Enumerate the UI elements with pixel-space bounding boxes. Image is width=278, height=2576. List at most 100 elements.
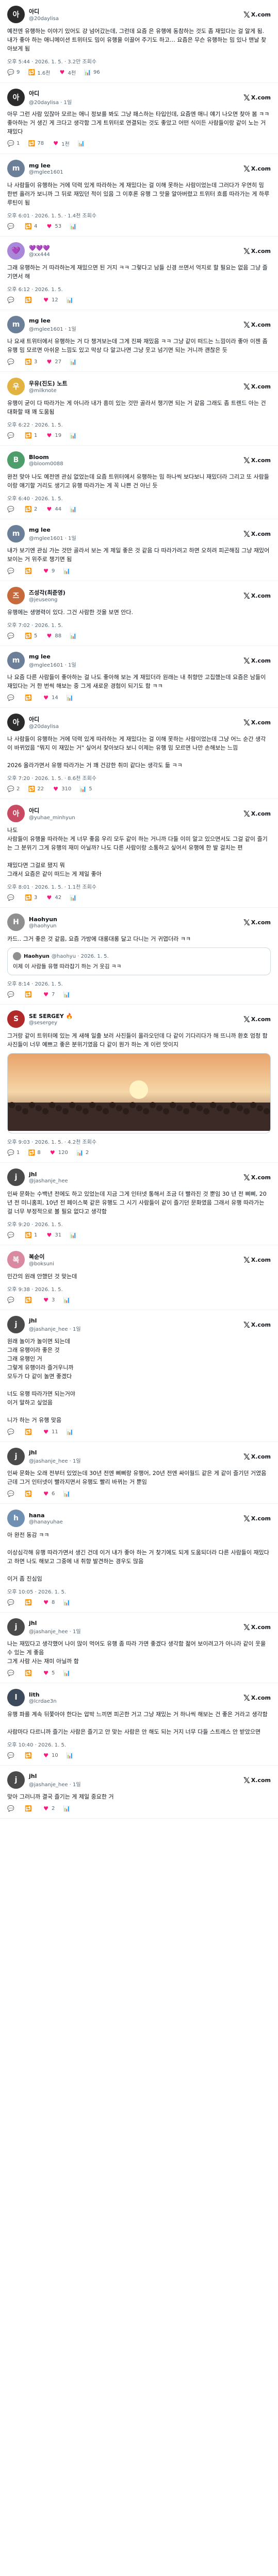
reply-button[interactable]: 💬 — [7, 1669, 17, 1676]
tweet-card[interactable]: m mg lee @mglee1601 · 1일 𝕏 X.com 나 요새 트위터에서 유… — [0, 310, 278, 372]
author-name[interactable]: Haohyun — [29, 916, 57, 923]
author-name[interactable]: mg lee — [29, 162, 51, 169]
x-logo[interactable]: 𝕏 X.com — [243, 809, 271, 819]
reply-button[interactable]: 💬 — [7, 1490, 17, 1497]
retweet-button[interactable]: 🔁 — [25, 1669, 34, 1676]
author-name[interactable]: SE SERGEY 🔥 — [29, 1013, 73, 1020]
like-button[interactable]: ♥ 4천 — [58, 69, 76, 76]
x-logo[interactable]: 𝕏 X.com — [243, 918, 271, 927]
x-logo[interactable]: 𝕏 X.com — [243, 164, 271, 174]
tweet-card[interactable]: 복 복순이 @boksuni 𝕏 X.com 민간의 원래 안했던 것 맞는데 오후 9:3… — [0, 1245, 278, 1310]
retweet-button[interactable]: 🔁 — [25, 694, 34, 701]
x-logo[interactable]: 𝕏 X.com — [243, 529, 271, 539]
avatar[interactable]: 복 — [7, 1251, 25, 1268]
retweet-button[interactable]: 🔁 — [25, 991, 34, 998]
tweet-card[interactable]: j jhl @jashanje_hee · 1일 𝕏 X.com 맞아 그러니까 결국 즐… — [0, 1766, 278, 1819]
tweet-card[interactable]: S SE SERGEY 🔥 @sesergey 𝕏 X.com 그거랑 같이 트위터에 있… — [0, 1005, 278, 1163]
like-button[interactable]: ♥ 42 — [45, 894, 61, 901]
tweet-card[interactable]: j jhl @jashanje_hee · 1일 𝕏 X.com 나는 재밌다고 생각했어… — [0, 1613, 278, 1683]
views-button[interactable]: 📊 — [63, 1490, 72, 1497]
views-button[interactable]: 📊 — [63, 1669, 72, 1676]
author-name[interactable]: 아디 — [29, 7, 39, 15]
retweet-button[interactable]: 🔁 4 — [25, 223, 37, 230]
x-logo[interactable]: 𝕏 X.com — [243, 246, 271, 256]
avatar[interactable]: m — [7, 160, 25, 177]
like-button[interactable]: ♥ 120 — [49, 1149, 68, 1156]
reply-button[interactable]: 💬 — [7, 1599, 17, 1606]
tweet-card[interactable]: 💜 💜💜💜 @xx444 𝕏 X.com 그래 유행하는 거 따라하는게 재밌으면 된 거… — [0, 236, 278, 310]
retweet-button[interactable]: 🔁 8 — [28, 1149, 41, 1156]
tweet-card[interactable]: 아 아디 @20daylisa 𝕏 X.com 예전엔 유행하는 이야기 있어도 걍 넘어… — [0, 0, 278, 83]
like-button[interactable]: ♥ 310 — [52, 785, 71, 792]
tweet-card[interactable]: m mg lee @mglee1601 · 1일 𝕏 X.com 나 요즘 다른 사람들이… — [0, 646, 278, 708]
retweet-button[interactable]: 🔁 — [25, 1752, 34, 1759]
like-button[interactable]: ♥ 31 — [45, 1231, 61, 1239]
like-button[interactable]: ♥ 44 — [45, 505, 61, 513]
author-name[interactable]: lith — [29, 1691, 40, 1698]
views-button[interactable]: 📊 — [78, 140, 87, 147]
views-button[interactable]: 📊 — [70, 432, 79, 439]
like-button[interactable]: ♥ 6 — [42, 1490, 55, 1497]
retweet-button[interactable]: 🔁 2 — [25, 505, 37, 513]
avatar[interactable]: j — [7, 1771, 25, 1789]
reply-button[interactable]: 💬 9 — [7, 69, 20, 76]
like-button[interactable]: ♥ 7 — [42, 991, 55, 998]
x-logo[interactable]: 𝕏 X.com — [243, 10, 271, 20]
views-button[interactable]: 📊 — [70, 1231, 79, 1239]
x-logo[interactable]: 𝕏 X.com — [243, 1622, 271, 1632]
x-logo[interactable]: 𝕏 X.com — [243, 1255, 271, 1265]
reply-button[interactable]: 💬 — [7, 1296, 17, 1303]
retweet-button[interactable]: 🔁 22 — [28, 785, 44, 792]
retweet-button[interactable]: 🔁 1.6천 — [28, 69, 51, 76]
avatar[interactable]: m — [7, 316, 25, 333]
like-button[interactable]: ♥ 12 — [42, 296, 58, 303]
x-logo[interactable]: 𝕏 X.com — [243, 1320, 271, 1330]
views-button[interactable]: 📊 — [70, 894, 79, 901]
retweet-button[interactable]: 🔁 — [25, 1428, 34, 1435]
reply-button[interactable]: 💬 — [7, 1805, 17, 1812]
avatar[interactable]: H — [7, 913, 25, 931]
avatar[interactable]: j — [7, 1316, 25, 1333]
x-logo[interactable]: 𝕏 X.com — [243, 455, 271, 465]
avatar[interactable]: m — [7, 652, 25, 669]
avatar[interactable]: 💜 — [7, 242, 25, 260]
tweet-card[interactable]: j jhl @jashanje_hee 𝕏 X.com 인싸 문화는 수백년 전에도 하고… — [0, 1163, 278, 1245]
views-button[interactable]: 📊 96 — [84, 69, 100, 76]
tweet-card[interactable]: 아 아디 @20daylisa 𝕏 X.com 나 사람들이 유행하는 거에 덕력 있게 … — [0, 708, 278, 799]
x-logo[interactable]: 𝕏 X.com — [243, 1693, 271, 1703]
avatar[interactable]: 아 — [7, 714, 25, 731]
reply-button[interactable]: 💬 — [7, 694, 17, 701]
tweet-card[interactable]: m mg lee @mglee1601 · 1일 𝕏 X.com 내가 보기엔 관심 가는… — [0, 519, 278, 581]
tweet-card[interactable]: 즈 즈성각(최준영) @jeuseong 𝕏 X.com 유행에는 생명력이 있다. 그건… — [0, 581, 278, 646]
tweet-card[interactable]: j jhl @jashanje_hee · 1일 𝕏 X.com 인싸 문화는 오래 전부… — [0, 1442, 278, 1504]
tweet-card[interactable]: 아 아디 @20daylisa · 1일 𝕏 X.com 아무 그런 사람 있잖아 모르는… — [0, 83, 278, 154]
avatar[interactable]: h — [7, 1510, 25, 1527]
avatar[interactable]: 아 — [7, 6, 25, 23]
tweet-card[interactable]: 우 우유(진도) 노트 @milknote 𝕏 X.com 유행이 굳이 다 따라가는 게… — [0, 372, 278, 446]
tweet-card[interactable]: m mg lee @mglee1601 𝕏 X.com 나 사람들이 유행하는 거에 덕력… — [0, 154, 278, 236]
tweet-card[interactable]: 아 아디 @yuhae_minhyun 𝕏 X.com 나도 사람들이 유행을 따라하는 … — [0, 799, 278, 908]
reply-button[interactable]: 💬 — [7, 567, 17, 574]
author-name[interactable]: mg lee — [29, 527, 51, 533]
author-name[interactable]: 💜💜💜 — [29, 245, 50, 251]
like-button[interactable]: ♥ 53 — [45, 223, 61, 230]
reply-button[interactable]: 💬 — [7, 632, 17, 639]
x-logo[interactable]: 𝕏 X.com — [243, 1775, 271, 1785]
avatar[interactable]: 우 — [7, 378, 25, 395]
views-button[interactable]: 📊 — [70, 632, 79, 639]
like-button[interactable]: ♥ 5 — [42, 1669, 55, 1676]
avatar[interactable]: m — [7, 525, 25, 543]
like-button[interactable]: ♥ 2 — [42, 1805, 55, 1812]
avatar[interactable]: l — [7, 1689, 25, 1706]
author-name[interactable]: 아디 — [29, 89, 39, 97]
author-name[interactable]: mg lee — [29, 317, 51, 324]
x-logo[interactable]: 𝕏 X.com — [243, 1173, 271, 1182]
author-name[interactable]: 우유(진도) 노트 — [29, 379, 68, 387]
author-name[interactable]: jhl — [29, 1171, 37, 1178]
reply-button[interactable]: 💬 — [7, 991, 17, 998]
like-button[interactable]: ♥ 27 — [45, 358, 61, 365]
tweet-card[interactable]: h hana @hanayuhae 𝕏 X.com 아 완전 동감 ㅋㅋ 이상심각해 유행… — [0, 1504, 278, 1613]
avatar[interactable]: j — [7, 1448, 25, 1465]
author-name[interactable]: 아디 — [29, 715, 39, 723]
reply-button[interactable]: 💬 — [7, 1231, 17, 1239]
